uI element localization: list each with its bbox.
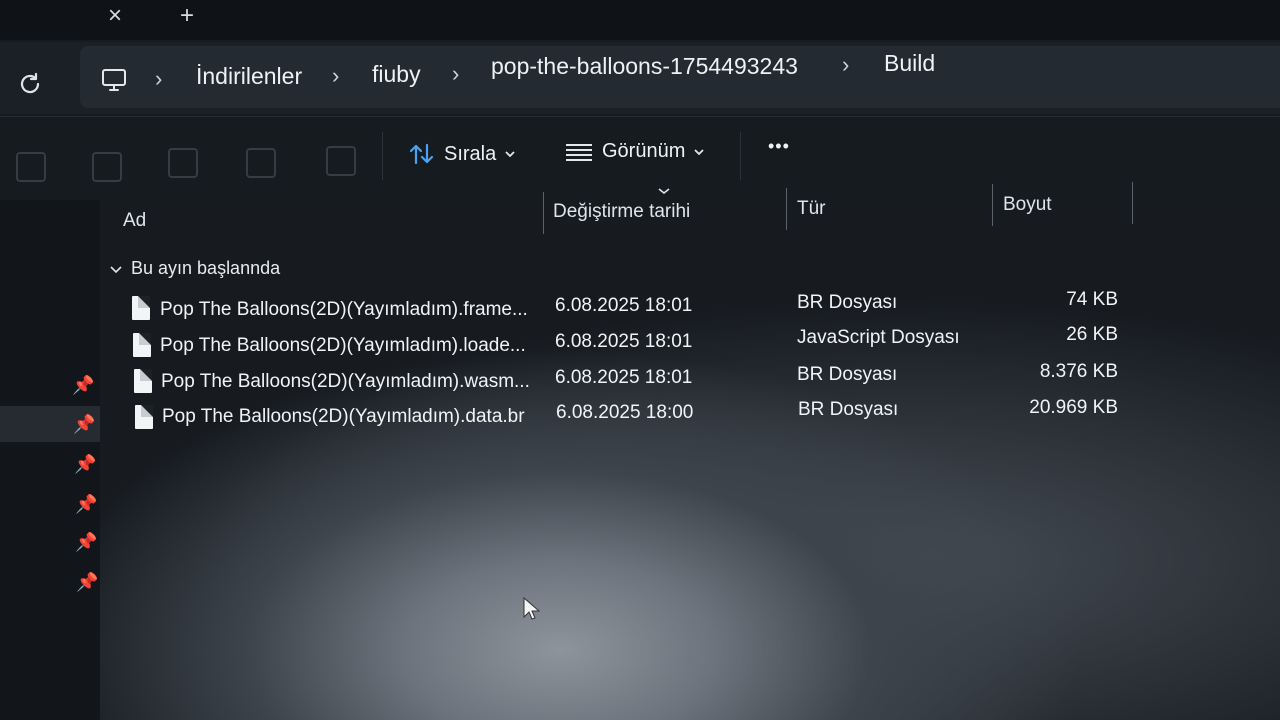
file-icon (132, 296, 150, 320)
breadcrumb-fiuby[interactable]: fiuby (372, 61, 421, 88)
file-modified: 6.08.2025 18:00 (556, 402, 694, 423)
sort-label: Sırala (444, 142, 497, 165)
file-type: BR Dosyası (798, 399, 899, 420)
breadcrumb-downloads[interactable]: İndirilenler (196, 63, 302, 90)
file-name: Pop The Balloons(2D)(Yayımladım).wasm... (161, 371, 530, 392)
sort-button[interactable]: Sırala (408, 142, 516, 166)
file-name: Pop The Balloons(2D)(Yayımladım).data.br (162, 406, 525, 427)
copy-icon[interactable] (16, 152, 46, 182)
file-modified: 6.08.2025 18:01 (555, 295, 693, 316)
view-label: Görünüm (602, 140, 686, 162)
pin-icon[interactable]: 📌 (75, 494, 97, 515)
file-icon (135, 405, 153, 429)
this-pc-icon[interactable] (100, 66, 128, 94)
file-type: BR Dosyası (797, 364, 898, 385)
mouse-cursor-icon (523, 596, 540, 620)
delete-icon[interactable] (326, 146, 356, 176)
file-name: Pop The Balloons(2D)(Yayımladım).loade..… (160, 335, 526, 356)
file-type: BR Dosyası (797, 292, 898, 313)
breadcrumb-project[interactable]: pop-the-balloons-1754493243 (491, 53, 798, 80)
file-row[interactable]: Pop The Balloons(2D)(Yayımladım).wasm...… (0, 361, 1280, 401)
sort-icon (409, 143, 434, 165)
column-header-modified[interactable]: Değiştirme tarihi (553, 201, 690, 223)
file-type: JavaScript Dosyası (797, 327, 960, 348)
breadcrumb-chevron-icon[interactable]: › (452, 61, 459, 87)
view-list-icon (566, 143, 592, 161)
paste-icon[interactable] (92, 152, 122, 182)
rename-icon[interactable] (168, 148, 198, 178)
new-tab-button[interactable]: + (180, 4, 194, 28)
file-size: 8.376 KB (1039, 361, 1118, 382)
chevron-down-icon (505, 151, 515, 158)
chevron-down-icon (694, 148, 705, 155)
file-size: 20.969 KB (1029, 397, 1118, 418)
file-icon (134, 369, 152, 393)
column-divider[interactable] (786, 188, 787, 230)
js-file-icon (133, 333, 151, 357)
column-divider[interactable] (543, 192, 544, 234)
breadcrumb-chevron-icon[interactable]: › (842, 52, 849, 78)
refresh-icon (20, 72, 40, 94)
file-modified: 6.08.2025 18:01 (555, 331, 693, 352)
sort-indicator-icon (658, 188, 670, 195)
toolbar-divider (382, 132, 383, 180)
collapse-chevron-icon[interactable] (109, 264, 123, 276)
share-icon[interactable] (246, 148, 276, 178)
column-divider[interactable] (992, 184, 993, 226)
more-options-button[interactable]: ••• (768, 136, 790, 157)
refresh-button[interactable] (16, 70, 44, 98)
file-row[interactable]: Pop The Balloons(2D)(Yayımladım).frame..… (0, 289, 1280, 328)
file-name: Pop The Balloons(2D)(Yayımladım).frame..… (160, 299, 528, 320)
column-header-type[interactable]: Tür (797, 198, 826, 220)
column-header-size[interactable]: Boyut (1003, 194, 1052, 216)
breadcrumb-build[interactable]: Build (884, 50, 935, 77)
column-header-name[interactable]: Ad (123, 210, 146, 232)
close-tab-button[interactable]: × (108, 4, 122, 28)
group-header[interactable]: Bu ayın başlannda (131, 258, 280, 279)
file-row[interactable]: Pop The Balloons(2D)(Yayımladım).loade..… (0, 324, 1280, 365)
file-row[interactable]: Pop The Balloons(2D)(Yayımladım).data.br… (0, 397, 1280, 437)
toolbar-divider (740, 132, 741, 180)
file-size: 26 KB (1066, 324, 1118, 345)
breadcrumb-chevron-icon[interactable]: › (155, 66, 162, 92)
column-divider[interactable] (1132, 182, 1133, 224)
file-size: 74 KB (1066, 289, 1118, 310)
view-button[interactable]: Görünüm (564, 140, 705, 163)
pin-icon[interactable]: 📌 (74, 454, 96, 475)
file-modified: 6.08.2025 18:01 (555, 367, 693, 388)
pin-icon[interactable]: 📌 (75, 532, 97, 553)
pin-icon[interactable]: 📌 (76, 572, 98, 593)
breadcrumb-chevron-icon[interactable]: › (332, 63, 339, 89)
